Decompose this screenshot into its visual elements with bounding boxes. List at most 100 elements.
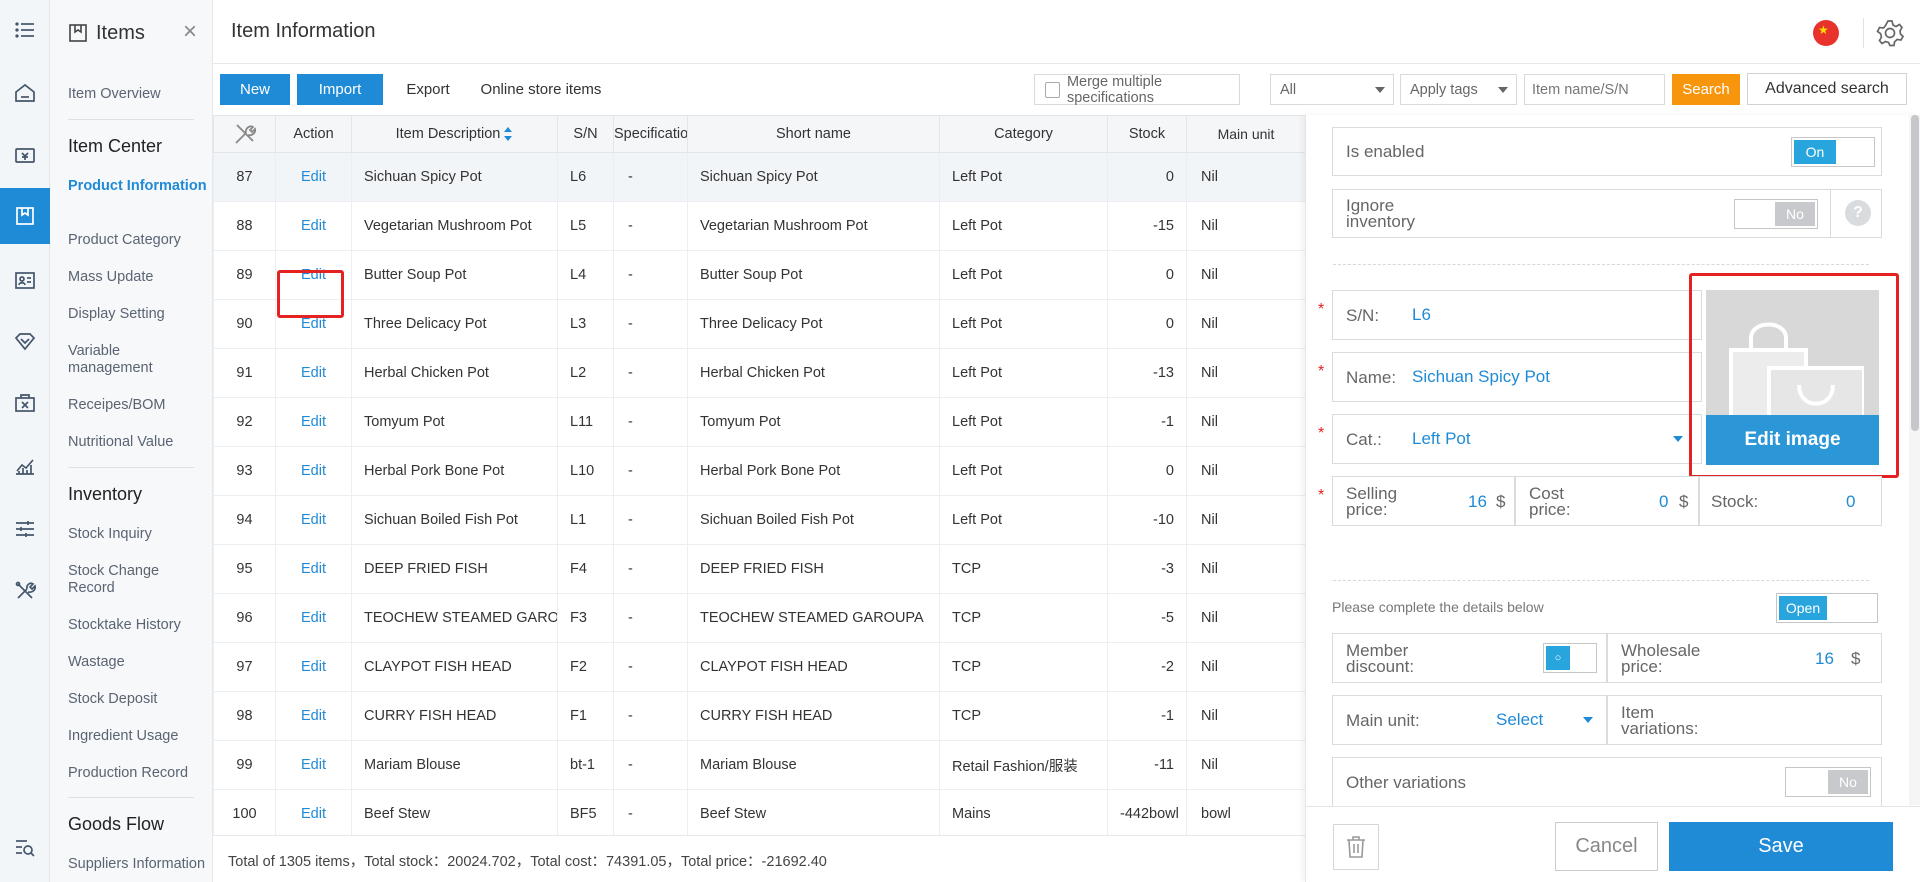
stock-field[interactable]: Stock: 0: [1699, 476, 1882, 526]
nav-item-recipes-bom[interactable]: Receipes/BOM: [68, 397, 208, 414]
cost-price-value[interactable]: 0: [1659, 492, 1668, 512]
edit-link[interactable]: Edit: [301, 218, 326, 234]
side-nav: Items × Item Overview Item Center Produc…: [50, 0, 213, 882]
header-item-description[interactable]: Item Description: [351, 115, 558, 153]
table-row[interactable]: 95 Edit DEEP FRIED FISH F4- DEEP FRIED FISH T…: [213, 544, 1305, 594]
table-row[interactable]: 100 Edit Beef Stew BF5- Beef Stew Mains -442bo…: [213, 789, 1305, 835]
advanced-search-button[interactable]: Advanced search: [1747, 73, 1907, 105]
filter-all-select[interactable]: All: [1270, 74, 1394, 105]
wholesale-price-field[interactable]: Wholesale price: 16 $: [1607, 633, 1882, 683]
close-icon[interactable]: ×: [178, 18, 202, 45]
main-unit-select[interactable]: Main unit: Select: [1332, 695, 1607, 745]
column-settings[interactable]: [213, 115, 276, 153]
nav-item-stock-inquiry[interactable]: Stock Inquiry: [68, 526, 208, 543]
edit-link[interactable]: Edit: [301, 365, 326, 381]
edit-link[interactable]: Edit: [301, 659, 326, 675]
nav-item-production-record[interactable]: Production Record: [68, 765, 208, 782]
table-row[interactable]: 87 Edit Sichuan Spicy Pot L6- Sichuan Spicy …: [213, 152, 1305, 202]
selling-price-value[interactable]: 16: [1468, 492, 1487, 512]
nav-item-nutritional-value[interactable]: Nutritional Value: [68, 434, 208, 451]
tools-icon[interactable]: [0, 563, 50, 619]
nav-item-mass-update[interactable]: Mass Update: [68, 269, 208, 286]
table-row[interactable]: 96EditTEOCHEW STEAMED GAROUPAF3-TEOCHEW …: [213, 593, 1305, 643]
new-button[interactable]: New: [220, 74, 290, 105]
payment-icon[interactable]: [0, 127, 50, 183]
scrollbar-thumb[interactable]: [1911, 115, 1919, 431]
nav-item-stock-change-record[interactable]: Stock Change Record: [68, 563, 208, 597]
menu-icon[interactable]: [0, 2, 50, 58]
cancel-button[interactable]: Cancel: [1555, 822, 1658, 871]
search-list-icon[interactable]: [0, 819, 50, 875]
table-row[interactable]: 88 Edit Vegetarian Mushroom Pot L5- Vegetari…: [213, 201, 1305, 251]
edit-link[interactable]: Edit: [301, 414, 326, 430]
nav-item-product-category[interactable]: Product Category: [68, 232, 208, 249]
member-discount-toggle[interactable]: ○: [1543, 643, 1597, 673]
import-button[interactable]: Import: [297, 74, 383, 105]
other-variations-toggle[interactable]: No: [1785, 767, 1871, 797]
edit-link[interactable]: Edit: [301, 806, 326, 822]
table-row[interactable]: 99 Edit Mariam Blouse bt-1- Mariam Blouse Ret…: [213, 740, 1305, 790]
edit-link[interactable]: Edit: [301, 463, 326, 479]
report-icon[interactable]: [0, 438, 50, 494]
edit-link[interactable]: Edit: [301, 512, 326, 528]
edit-link[interactable]: Edit: [301, 610, 326, 626]
settings-sliders-icon[interactable]: [0, 501, 50, 557]
ignore-inventory-toggle[interactable]: No: [1734, 199, 1818, 229]
edit-link[interactable]: Edit: [301, 708, 326, 724]
wholesale-price-value[interactable]: 16: [1815, 649, 1834, 669]
online-store-items-button[interactable]: Online store items: [471, 74, 611, 105]
selling-price-field[interactable]: Selling price: 16 $: [1332, 476, 1515, 526]
edit-link[interactable]: Edit: [301, 316, 326, 332]
language-flag-icon[interactable]: ★: [1813, 20, 1839, 46]
table-row[interactable]: 94 Edit Sichuan Boiled Fish Pot L1- Sichuan …: [213, 495, 1305, 545]
table-row[interactable]: 91 Edit Herbal Chicken Pot L2- Herbal Chicke…: [213, 348, 1305, 398]
table-row[interactable]: 93 Edit Herbal Pork Bone Pot L10- Herbal Por…: [213, 446, 1305, 496]
nav-item-suppliers-information[interactable]: Suppliers Information: [68, 856, 208, 873]
category-select[interactable]: Cat.: Left Pot: [1332, 414, 1702, 464]
nav-item-ingredient-usage[interactable]: Ingredient Usage: [68, 728, 208, 745]
table-row[interactable]: 98 Edit CURRY FISH HEAD F1- CURRY FISH HEAD T…: [213, 691, 1305, 741]
merge-specifications-checkbox[interactable]: Merge multiple specifications: [1034, 74, 1240, 106]
table-row[interactable]: 92 Edit Tomyum Pot L11- Tomyum Pot Left Pot -1…: [213, 397, 1305, 447]
row-stock: -2: [1107, 642, 1187, 692]
edit-link[interactable]: Edit: [301, 169, 326, 185]
store-icon[interactable]: [0, 375, 50, 431]
member-icon[interactable]: [0, 252, 50, 308]
items-icon[interactable]: [0, 188, 50, 244]
apply-tags-select[interactable]: Apply tags: [1400, 74, 1517, 105]
sn-value[interactable]: L6: [1412, 305, 1431, 325]
name-value[interactable]: Sichuan Spicy Pot: [1412, 367, 1550, 387]
nav-item-overview[interactable]: Item Overview: [68, 86, 208, 103]
item-variations-field[interactable]: Item variations:: [1607, 695, 1882, 745]
nav-item-display-setting[interactable]: Display Setting: [68, 306, 208, 323]
nav-item-stock-deposit[interactable]: Stock Deposit: [68, 691, 208, 708]
cost-price-field[interactable]: Cost price: 0 $: [1515, 476, 1699, 526]
edit-link[interactable]: Edit: [301, 757, 326, 773]
gear-icon[interactable]: [1875, 18, 1905, 48]
nav-item-stocktake-history[interactable]: Stocktake History: [68, 617, 208, 634]
details-toggle[interactable]: Open: [1776, 593, 1878, 623]
nav-item-product-information[interactable]: Product Information: [68, 178, 208, 195]
table-row[interactable]: 90 Edit Three Delicacy Pot L3- Three Delicac…: [213, 299, 1305, 349]
column-tools-icon[interactable]: [232, 124, 258, 144]
sort-icon[interactable]: [503, 126, 513, 142]
edit-link[interactable]: Edit: [301, 561, 326, 577]
help-icon[interactable]: ?: [1845, 200, 1871, 226]
table-row[interactable]: 89 Edit Butter Soup Pot L4- Butter Soup Pot L…: [213, 250, 1305, 300]
delete-button[interactable]: [1333, 824, 1379, 870]
sn-field[interactable]: S/N: L6: [1332, 290, 1702, 340]
promotion-icon[interactable]: [0, 313, 50, 369]
nav-item-variable-management[interactable]: Variable management: [68, 343, 208, 377]
search-button[interactable]: Search: [1672, 74, 1740, 105]
search-input[interactable]: [1524, 74, 1665, 105]
export-button[interactable]: Export: [393, 74, 463, 105]
save-button[interactable]: Save: [1669, 822, 1893, 871]
is-enabled-toggle[interactable]: On: [1791, 137, 1875, 167]
nav-item-wastage[interactable]: Wastage: [68, 654, 208, 671]
table-row[interactable]: 97 Edit CLAYPOT FISH HEAD F2- CLAYPOT FISH H…: [213, 642, 1305, 692]
checkbox-icon[interactable]: [1045, 81, 1060, 98]
stock-value[interactable]: 0: [1846, 492, 1855, 512]
row-description: Beef Stew: [351, 789, 558, 835]
home-icon[interactable]: [0, 65, 50, 121]
name-field[interactable]: Name: Sichuan Spicy Pot: [1332, 352, 1702, 402]
